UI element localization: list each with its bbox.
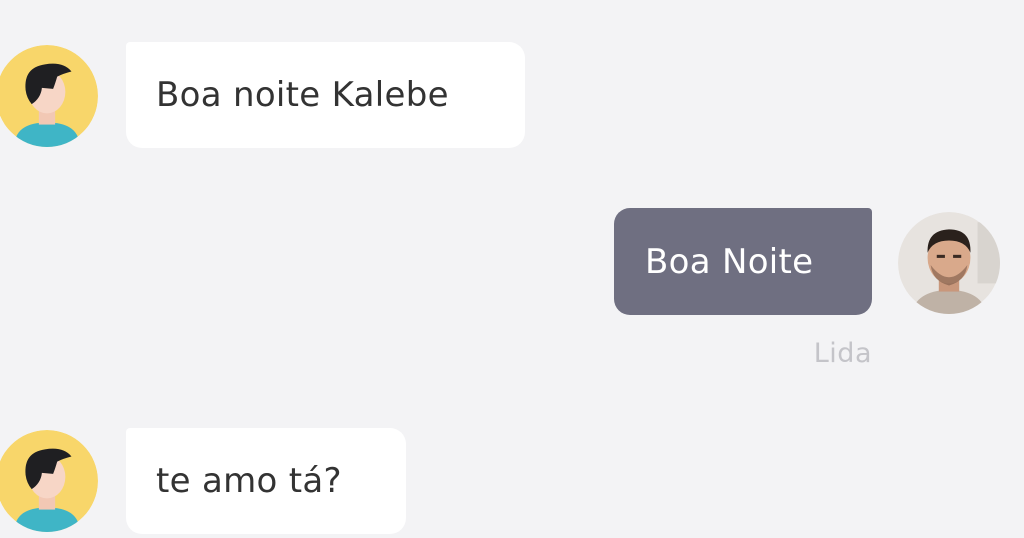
user-avatar-icon[interactable] [898,212,1000,314]
message-text: te amo tá? [156,461,342,501]
message-bubble-incoming[interactable]: Boa noite Kalebe [126,42,525,148]
contact-avatar-icon[interactable] [0,430,98,532]
chat-thread: Boa noite Kalebe Boa Noite Lida te amo t [0,0,1024,538]
read-status: Lida [813,338,872,369]
message-text: Boa noite Kalebe [156,75,449,115]
message-bubble-outgoing[interactable]: Boa Noite [614,208,872,315]
message-bubble-incoming[interactable]: te amo tá? [126,428,406,534]
message-text: Boa Noite [645,241,814,282]
contact-avatar-icon[interactable] [0,45,98,147]
